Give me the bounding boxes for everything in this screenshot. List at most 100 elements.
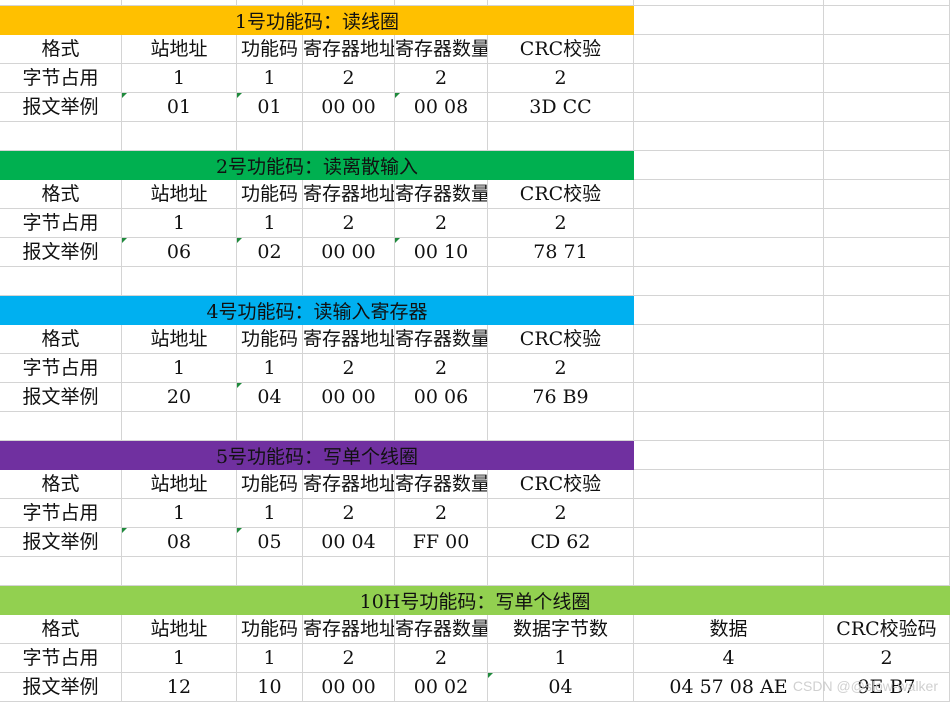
bytes-cell[interactable]: 2 (395, 354, 488, 383)
grid-cell[interactable] (488, 557, 634, 586)
grid-cell[interactable] (634, 151, 824, 180)
grid-cell[interactable] (0, 122, 122, 151)
grid-cell[interactable] (634, 93, 824, 122)
header-cell[interactable]: 寄存器数量 (395, 615, 488, 644)
bytes-cell[interactable]: 1 (237, 499, 303, 528)
header-cell[interactable]: 寄存器地址 (303, 615, 395, 644)
title-band-2[interactable]: 2号功能码：读离散输入 (0, 151, 634, 180)
grid-cell[interactable] (824, 412, 950, 441)
row-label-example[interactable]: 报文举例 (0, 383, 122, 412)
example-cell[interactable]: 20 (122, 383, 237, 412)
header-cell[interactable]: 寄存器地址 (303, 35, 395, 64)
bytes-cell[interactable]: 2 (488, 354, 634, 383)
grid-cell[interactable] (122, 557, 237, 586)
grid-cell[interactable] (122, 267, 237, 296)
header-cell[interactable]: 寄存器地址 (303, 470, 395, 499)
grid-cell[interactable] (824, 122, 950, 151)
example-cell[interactable]: 10 (237, 673, 303, 702)
example-cell[interactable]: 05 (237, 528, 303, 557)
grid-cell[interactable] (237, 122, 303, 151)
grid-cell[interactable] (303, 122, 395, 151)
title-band-5[interactable]: 10H号功能码：写单个线圈 (0, 586, 950, 615)
header-cell[interactable]: 数据 (634, 615, 824, 644)
row-label-bytes[interactable]: 字节占用 (0, 499, 122, 528)
header-cell[interactable]: CRC校验 (488, 470, 634, 499)
grid-cell[interactable] (395, 122, 488, 151)
grid-cell[interactable] (122, 412, 237, 441)
grid-cell[interactable] (634, 528, 824, 557)
header-cell[interactable]: 功能码 (237, 470, 303, 499)
grid-cell[interactable] (303, 412, 395, 441)
bytes-cell[interactable]: 1 (122, 354, 237, 383)
grid-cell[interactable] (303, 557, 395, 586)
grid-cell[interactable] (634, 180, 824, 209)
grid-cell[interactable] (634, 354, 824, 383)
title-band-3[interactable]: 4号功能码：读输入寄存器 (0, 296, 634, 325)
grid-cell[interactable] (0, 557, 122, 586)
row-label-header[interactable]: 格式 (0, 180, 122, 209)
row-label-example[interactable]: 报文举例 (0, 93, 122, 122)
grid-cell[interactable] (0, 267, 122, 296)
grid-cell[interactable] (824, 325, 950, 354)
example-cell[interactable]: CD 62 (488, 528, 634, 557)
grid-cell[interactable] (488, 122, 634, 151)
header-cell[interactable]: 寄存器数量 (395, 470, 488, 499)
bytes-cell[interactable]: 2 (395, 644, 488, 673)
example-cell[interactable]: 00 00 (303, 93, 395, 122)
example-cell[interactable]: 04 (488, 673, 634, 702)
row-label-bytes[interactable]: 字节占用 (0, 644, 122, 673)
bytes-cell[interactable]: 2 (824, 644, 950, 673)
example-cell[interactable]: 00 00 (303, 238, 395, 267)
bytes-cell[interactable]: 2 (488, 64, 634, 93)
header-cell[interactable]: 站地址 (122, 615, 237, 644)
header-cell[interactable]: 站地址 (122, 180, 237, 209)
example-cell[interactable]: 76 B9 (488, 383, 634, 412)
grid-cell[interactable] (634, 412, 824, 441)
row-label-header[interactable]: 格式 (0, 325, 122, 354)
header-cell[interactable]: 寄存器数量 (395, 35, 488, 64)
header-cell[interactable]: 功能码 (237, 35, 303, 64)
row-label-bytes[interactable]: 字节占用 (0, 354, 122, 383)
grid-cell[interactable] (824, 441, 950, 470)
grid-cell[interactable] (634, 64, 824, 93)
grid-cell[interactable] (824, 151, 950, 180)
example-cell[interactable]: 04 (237, 383, 303, 412)
grid-cell[interactable] (237, 557, 303, 586)
grid-cell[interactable] (824, 35, 950, 64)
example-cell[interactable]: 00 00 (303, 673, 395, 702)
example-cell[interactable]: 06 (122, 238, 237, 267)
bytes-cell[interactable]: 1 (237, 354, 303, 383)
header-cell[interactable]: 功能码 (237, 615, 303, 644)
bytes-cell[interactable]: 1 (122, 499, 237, 528)
example-cell[interactable]: 00 10 (395, 238, 488, 267)
grid-cell[interactable] (824, 528, 950, 557)
grid-cell[interactable] (634, 325, 824, 354)
grid-cell[interactable] (237, 267, 303, 296)
bytes-cell[interactable]: 1 (122, 64, 237, 93)
row-label-bytes[interactable]: 字节占用 (0, 64, 122, 93)
bytes-cell[interactable]: 1 (122, 209, 237, 238)
example-cell[interactable]: 00 04 (303, 528, 395, 557)
grid-cell[interactable] (237, 412, 303, 441)
row-label-header[interactable]: 格式 (0, 615, 122, 644)
grid-cell[interactable] (634, 122, 824, 151)
header-cell[interactable]: 寄存器数量 (395, 325, 488, 354)
header-cell[interactable]: 站地址 (122, 325, 237, 354)
grid-cell[interactable] (824, 6, 950, 35)
grid-cell[interactable] (634, 499, 824, 528)
title-band-4[interactable]: 5号功能码：写单个线圈 (0, 441, 634, 470)
grid-cell[interactable] (303, 267, 395, 296)
grid-cell[interactable] (824, 354, 950, 383)
grid-cell[interactable] (395, 267, 488, 296)
grid-cell[interactable] (488, 267, 634, 296)
grid-cell[interactable] (634, 557, 824, 586)
example-cell[interactable]: 00 00 (303, 383, 395, 412)
example-cell[interactable]: 08 (122, 528, 237, 557)
bytes-cell[interactable]: 2 (395, 499, 488, 528)
grid-cell[interactable] (634, 470, 824, 499)
bytes-cell[interactable]: 2 (303, 64, 395, 93)
header-cell[interactable]: CRC校验 (488, 180, 634, 209)
grid-cell[interactable] (634, 296, 824, 325)
grid-cell[interactable] (122, 122, 237, 151)
bytes-cell[interactable]: 2 (303, 209, 395, 238)
